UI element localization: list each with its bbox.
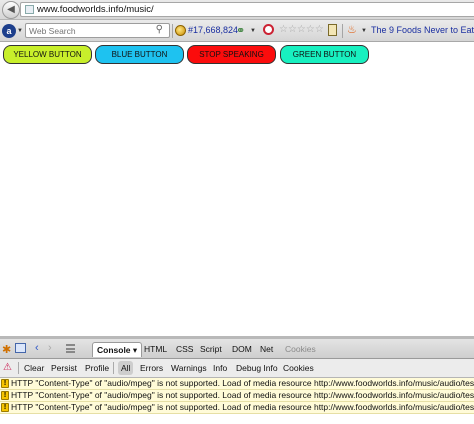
yellow-button[interactable]: YELLOW BUTTON — [3, 45, 92, 64]
green-button[interactable]: GREEN BUTTON — [280, 45, 369, 64]
filter-cookies[interactable]: Cookies — [283, 363, 314, 373]
address-field[interactable]: www.foodworlds.info/music/ — [20, 2, 474, 17]
inspect-icon[interactable] — [15, 343, 26, 353]
toolbar-divider — [172, 24, 173, 38]
tab-html[interactable]: HTML — [144, 342, 167, 357]
persist-button[interactable]: Persist — [51, 363, 77, 373]
chevron-down-icon[interactable]: ▼ — [250, 28, 256, 34]
alexa-rank[interactable]: #17,668,824 — [188, 25, 238, 35]
warning-icon: ! — [1, 379, 9, 388]
url-text[interactable]: www.foodworlds.info/music/ — [37, 4, 154, 15]
tab-console-label: Console — [97, 345, 131, 355]
forward-icon[interactable]: › — [48, 342, 52, 354]
back-icon[interactable]: ‹ — [35, 342, 39, 354]
browser-toolbar: a ▼ ⚲ #17,668,824 ⚭ ▼ ☆☆☆☆☆ ♨ ▼ The 9 Fo… — [0, 20, 474, 42]
tab-cookies[interactable]: Cookies — [285, 342, 316, 357]
firebug-icon[interactable]: ✱ — [2, 343, 11, 356]
stop-speaking-button[interactable]: STOP SPEAKING — [187, 45, 276, 64]
filter-debug-info[interactable]: Debug Info — [236, 363, 278, 373]
target-icon[interactable] — [263, 24, 274, 35]
chevron-down-icon[interactable]: ▼ — [17, 28, 23, 34]
rating-stars[interactable]: ☆☆☆☆☆ — [279, 24, 324, 35]
tab-script[interactable]: Script — [200, 342, 222, 357]
tab-console[interactable]: Console ▾ — [92, 342, 143, 357]
toolbar-divider — [18, 362, 19, 374]
warning-icon: ! — [1, 391, 9, 400]
console-message-text: HTTP "Content-Type" of "audio/mpeg" is n… — [11, 390, 474, 400]
console-message-text: HTTP "Content-Type" of "audio/mpeg" is n… — [11, 378, 474, 388]
tab-css[interactable]: CSS — [176, 342, 193, 357]
console-message[interactable]: ! HTTP "Content-Type" of "audio/mpeg" is… — [0, 402, 474, 414]
book-icon[interactable] — [328, 24, 337, 36]
news-headline-link[interactable]: The 9 Foods Never to Eat — [371, 25, 474, 35]
clear-button[interactable]: Clear — [24, 363, 44, 373]
url-bar: ◀ www.foodworlds.info/music/ — [0, 0, 474, 20]
profile-button[interactable]: Profile — [85, 363, 109, 373]
toolbar-divider — [342, 24, 343, 38]
console-message[interactable]: ! HTTP "Content-Type" of "audio/mpeg" is… — [0, 390, 474, 402]
tab-dom[interactable]: DOM — [232, 342, 252, 357]
toolbar-divider — [113, 362, 114, 374]
console-message-text: HTTP "Content-Type" of "audio/mpeg" is n… — [11, 402, 474, 412]
back-arrow-icon: ◀ — [7, 4, 15, 15]
filter-all[interactable]: All — [118, 361, 134, 375]
clear-console-icon[interactable]: ⚠ — [3, 362, 12, 373]
warning-icon: ! — [1, 403, 9, 412]
blue-button[interactable]: BLUE BUTTON — [95, 45, 184, 64]
firebug-tab-bar: ✱ ‹ › Console ▾ HTML CSS Script DOM Net … — [0, 339, 474, 359]
console-empty-area — [0, 414, 474, 424]
filter-errors[interactable]: Errors — [140, 363, 163, 373]
filter-info[interactable]: Info — [213, 363, 227, 373]
site-favicon-icon — [25, 5, 34, 14]
console-toolbar: ⚠ Clear Persist Profile All Errors Warni… — [0, 359, 474, 378]
tab-net[interactable]: Net — [260, 342, 273, 357]
back-button[interactable]: ◀ — [2, 1, 20, 19]
menu-icon[interactable] — [66, 344, 75, 353]
toolbar-logo-icon[interactable]: a — [2, 24, 16, 38]
fire-icon[interactable]: ♨ — [347, 23, 357, 36]
console-message[interactable]: ! HTTP "Content-Type" of "audio/mpeg" is… — [0, 378, 474, 390]
chevron-down-icon[interactable]: ▼ — [361, 28, 367, 34]
filter-warnings[interactable]: Warnings — [171, 363, 207, 373]
web-search-box[interactable]: ⚲ — [25, 23, 170, 38]
alexa-rank-icon[interactable] — [175, 25, 186, 36]
search-icon[interactable]: ⚲ — [156, 24, 163, 35]
related-links-icon[interactable]: ⚭ — [236, 24, 245, 37]
console-log: ! HTTP "Content-Type" of "audio/mpeg" is… — [0, 378, 474, 414]
web-search-input[interactable] — [29, 24, 144, 37]
